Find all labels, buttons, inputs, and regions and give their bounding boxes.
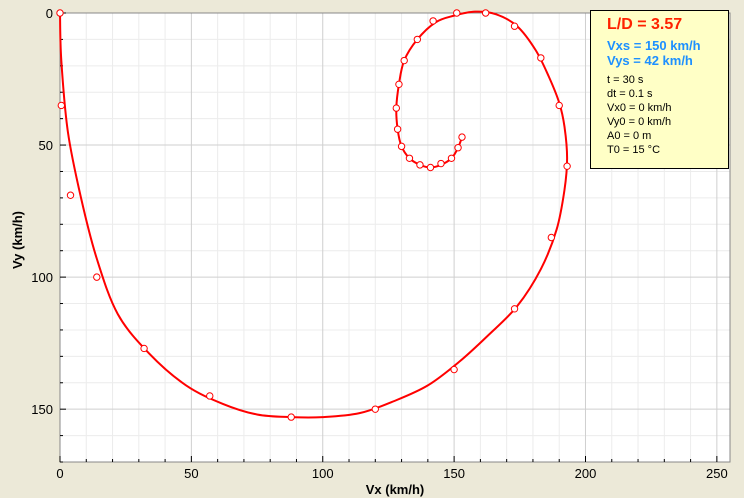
param-t0: T0 = 15 °C bbox=[607, 144, 661, 156]
trajectory-marker bbox=[405, 154, 414, 162]
trajectory-marker bbox=[537, 54, 545, 62]
trajectory-marker bbox=[413, 35, 422, 44]
trajectory-marker bbox=[563, 162, 571, 170]
x-tick-label: 0 bbox=[56, 466, 63, 481]
y-tick-label: 0 bbox=[46, 6, 53, 21]
x-tick-label: 50 bbox=[184, 466, 198, 481]
trajectory-marker bbox=[416, 161, 424, 169]
trajectory-marker bbox=[392, 104, 401, 112]
trajectory-marker bbox=[454, 144, 462, 152]
y-tick-label: 100 bbox=[31, 270, 53, 285]
trajectory-marker bbox=[66, 191, 75, 199]
trajectory-marker bbox=[555, 101, 563, 110]
trajectory-marker bbox=[206, 392, 214, 400]
param-vy0: Vy0 = 0 km/h bbox=[607, 116, 672, 128]
x-tick-label: 100 bbox=[312, 466, 334, 481]
trajectory-marker bbox=[447, 154, 456, 162]
y-tick-labels: 0 50 100 150 bbox=[31, 6, 53, 417]
x-tick-labels: 0 50 100 150 200 250 bbox=[56, 466, 727, 481]
trajectory-marker bbox=[429, 17, 437, 25]
trajectory-marker bbox=[453, 9, 461, 17]
x-tick-label: 200 bbox=[575, 466, 597, 481]
param-a0: A0 = 0 m bbox=[607, 130, 652, 142]
y-tick-label: 150 bbox=[31, 402, 53, 417]
trajectory-marker bbox=[395, 80, 403, 89]
trajectory-marker bbox=[93, 273, 101, 281]
trajectory-marker bbox=[400, 56, 408, 65]
x-tick-label: 250 bbox=[706, 466, 728, 481]
trajectory-marker bbox=[287, 413, 295, 421]
trajectory-marker bbox=[510, 22, 519, 30]
vys-value: Vys = 42 km/h bbox=[607, 53, 693, 68]
trajectory-marker bbox=[371, 405, 379, 413]
trajectory-marker bbox=[458, 133, 466, 141]
trajectory-marker bbox=[450, 365, 458, 374]
vxs-value: Vxs = 150 km/h bbox=[607, 38, 701, 53]
y-axis-label: Vy (km/h) bbox=[10, 211, 25, 269]
trajectory-marker bbox=[481, 9, 490, 17]
x-axis-label: Vx (km/h) bbox=[366, 482, 425, 497]
trajectory-marker bbox=[397, 142, 406, 151]
trajectory-marker bbox=[393, 125, 402, 133]
trajectory-marker bbox=[426, 163, 435, 172]
lift-drag-ratio: L/D = 3.57 bbox=[607, 16, 683, 33]
trajectory-marker bbox=[140, 344, 148, 353]
trajectory-marker bbox=[56, 9, 64, 17]
y-tick-label: 50 bbox=[39, 138, 53, 153]
param-vx0: Vx0 = 0 km/h bbox=[607, 102, 672, 114]
x-tick-label: 150 bbox=[443, 466, 465, 481]
trajectory-marker bbox=[547, 233, 556, 242]
info-box: L/D = 3.57 Vxs = 150 km/h Vys = 42 km/h … bbox=[590, 10, 729, 169]
trajectory-marker bbox=[510, 305, 519, 313]
trajectory-marker bbox=[57, 101, 66, 110]
trajectory-marker bbox=[437, 159, 445, 168]
param-dt: dt = 0.1 s bbox=[607, 88, 653, 100]
param-time: t = 30 s bbox=[607, 74, 644, 86]
